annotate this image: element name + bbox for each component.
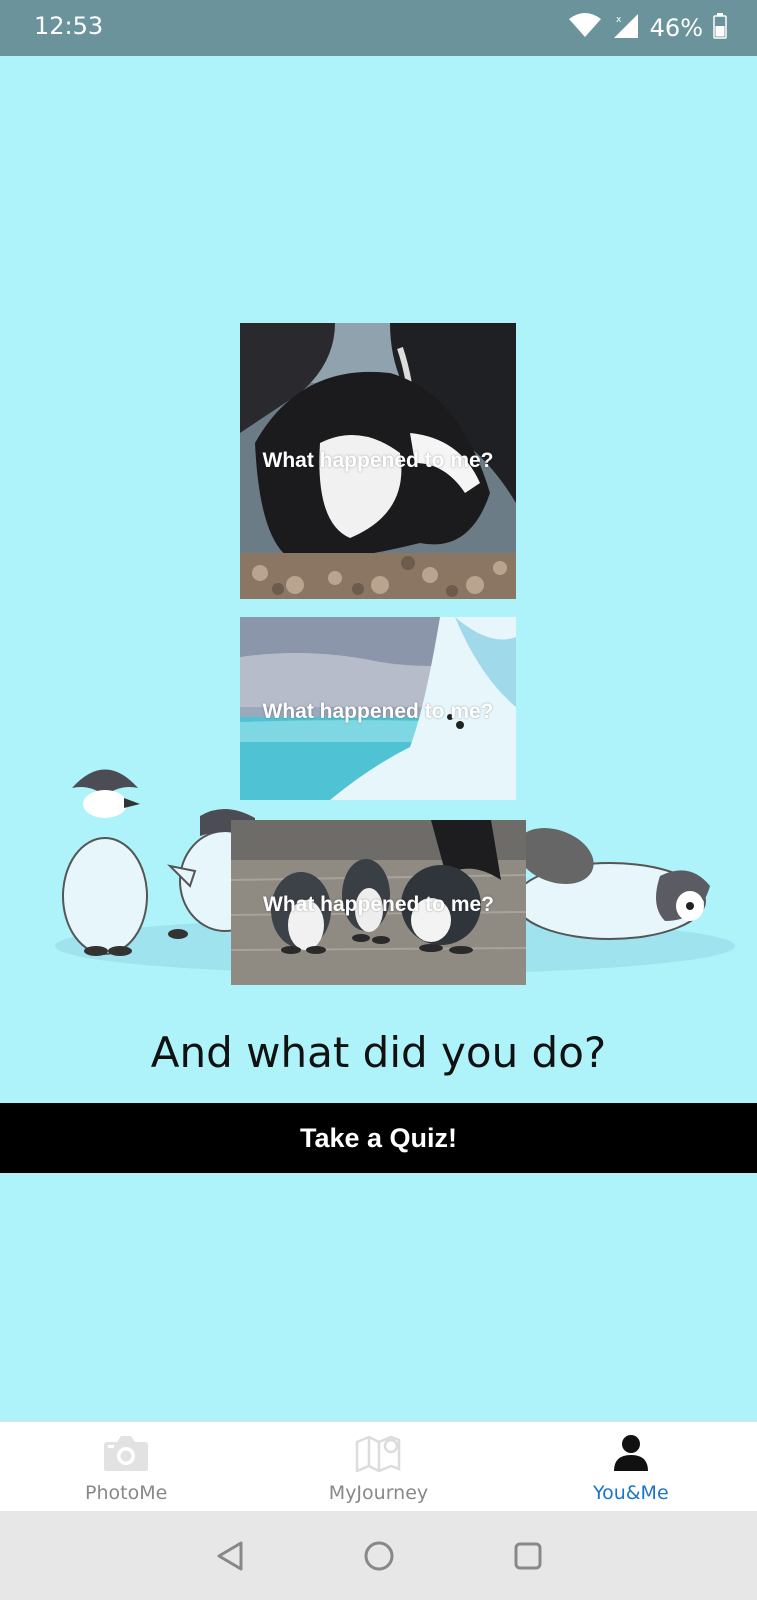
svg-text:x: x xyxy=(616,15,622,25)
map-icon xyxy=(355,1432,401,1474)
nav-tab-youandme[interactable]: You&Me xyxy=(505,1422,757,1511)
person-icon xyxy=(608,1432,654,1474)
card-caption: What happened to me? xyxy=(262,449,494,472)
nav-label-youandme: You&Me xyxy=(592,1482,669,1504)
nav-label-photome: PhotoMe xyxy=(85,1482,168,1504)
take-quiz-button[interactable]: Take a Quiz! xyxy=(0,1103,757,1173)
chick-lying-illustration xyxy=(514,827,710,940)
wifi-icon xyxy=(568,13,602,43)
story-card-1[interactable]: What happened to me? xyxy=(240,323,516,599)
main-content: What happened to me? What happened to me… xyxy=(0,56,757,1421)
nav-label-myjourney: MyJourney xyxy=(328,1482,429,1504)
recents-icon[interactable] xyxy=(506,1534,550,1578)
card-caption: What happened to me? xyxy=(262,700,494,723)
system-navigation-bar xyxy=(0,1511,757,1600)
signal-icon: x xyxy=(612,12,640,44)
story-card-2[interactable]: What happened to me? xyxy=(240,617,516,800)
home-icon[interactable] xyxy=(357,1534,401,1578)
status-time: 12:53 xyxy=(34,12,104,40)
story-card-3[interactable]: What happened to me? xyxy=(231,820,526,985)
back-icon[interactable] xyxy=(208,1534,252,1578)
camera-icon xyxy=(103,1432,149,1474)
bottom-navigation: PhotoMe MyJourney You&Me xyxy=(0,1421,757,1511)
nav-tab-myjourney[interactable]: MyJourney xyxy=(252,1422,504,1511)
card-caption: What happened to me? xyxy=(263,893,494,916)
nav-tab-photome[interactable]: PhotoMe xyxy=(0,1422,252,1511)
status-bar: 12:53 x 46% xyxy=(0,0,757,56)
quiz-prompt: And what did you do? xyxy=(150,1028,607,1077)
status-icons: x 46% xyxy=(568,10,727,46)
chick-left-illustration xyxy=(62,769,148,956)
battery-icon xyxy=(713,13,727,43)
battery-percent: 46% xyxy=(649,14,703,42)
